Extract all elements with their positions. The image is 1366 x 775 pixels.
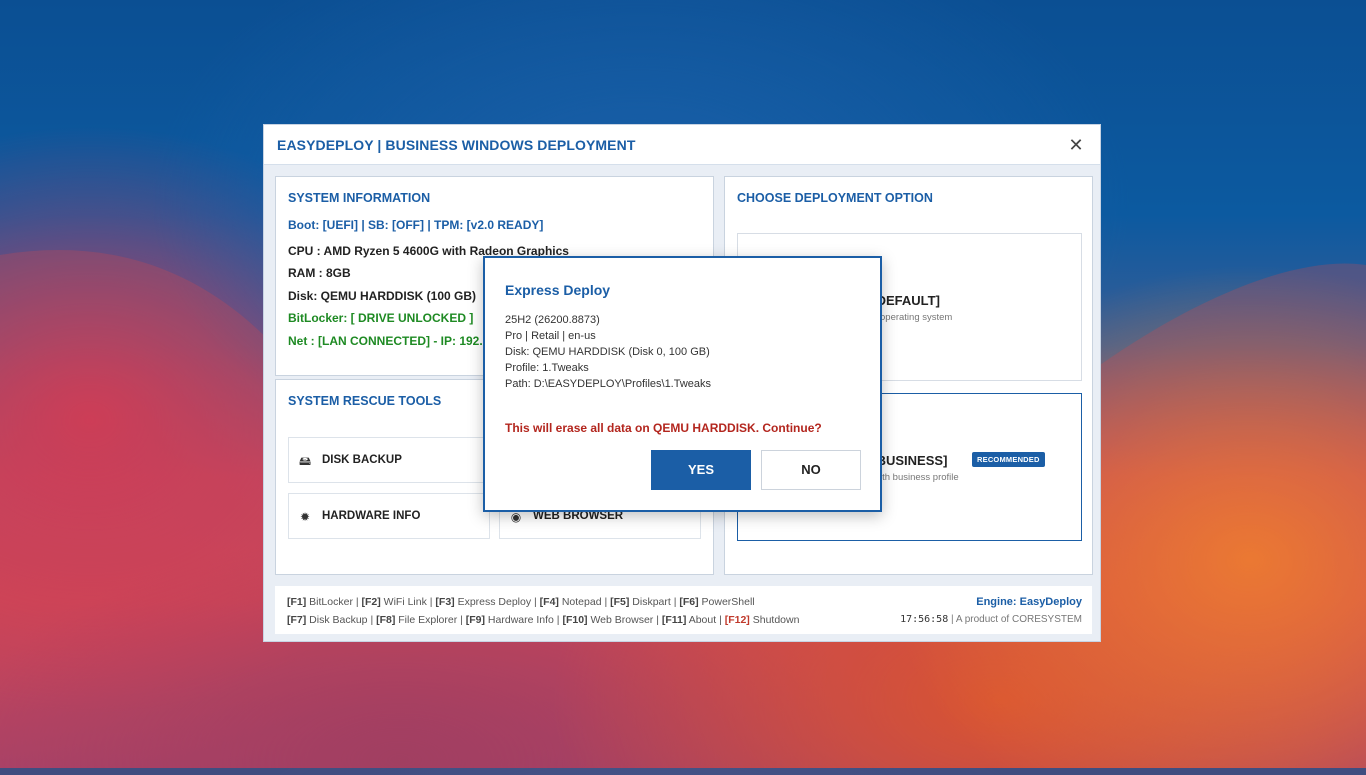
clock: 17:56:58 <box>900 614 949 625</box>
disk-backup-label: DISK BACKUP <box>322 454 402 466</box>
shortcut-key[interactable]: [F10] <box>562 614 587 626</box>
system-information-heading: SYSTEM INFORMATION <box>288 191 431 205</box>
hardware-info-button[interactable]: ✹ HARDWARE INFO <box>288 493 490 539</box>
ram-info: RAM : 8GB <box>288 266 351 280</box>
disk-backup-icon: 🖴 <box>298 454 312 468</box>
deploy-option-business-subtitle: ith business profile <box>880 472 959 483</box>
dialog-path: Path: D:\EASYDEPLOY\Profiles\1.Tweaks <box>505 378 712 390</box>
dialog-disk: Disk: QEMU HARDDISK (Disk 0, 100 GB) <box>505 346 710 358</box>
shortcut-label: BitLocker | <box>306 596 362 608</box>
shortcut-label: Shutdown <box>749 614 800 626</box>
footer-bar: [F1] BitLocker | [F2] WiFi Link | [F3] E… <box>275 586 1092 634</box>
shortcut-key[interactable]: [F6] <box>679 596 698 608</box>
shortcut-key[interactable]: [F3] <box>435 596 454 608</box>
shortcut-key[interactable]: [F9] <box>466 614 485 626</box>
globe-icon: ◉ <box>510 510 522 524</box>
shortcut-label: Express Deploy | <box>454 596 540 608</box>
dialog-build: 25H2 (26200.8873) <box>505 314 600 326</box>
no-button[interactable]: NO <box>761 450 861 490</box>
shortcut-label: Diskpart | <box>629 596 680 608</box>
close-icon[interactable]: ✕ <box>1066 135 1086 155</box>
shortcut-key[interactable]: [F4] <box>540 596 559 608</box>
dialog-warning: This will erase all data on QEMU HARDDIS… <box>505 421 822 435</box>
engine-label: Engine: EasyDeploy <box>976 596 1082 608</box>
product-credit: | A product of CORESYSTEM <box>948 614 1082 625</box>
shortcut-key[interactable]: [F8] <box>376 614 395 626</box>
shortcut-key[interactable]: [F12] <box>725 614 750 626</box>
rescue-tools-heading: SYSTEM RESCUE TOOLS <box>288 394 442 408</box>
bitlocker-status: BitLocker: [ DRIVE UNLOCKED ] <box>288 311 474 325</box>
shortcut-line-2: [F7] Disk Backup | [F8] File Explorer | … <box>287 614 799 626</box>
clock-line: 17:56:58 | A product of CORESYSTEM <box>900 614 1082 625</box>
disk-info: Disk: QEMU HARDDISK (100 GB) <box>288 289 477 303</box>
recommended-badge: RECOMMENDED <box>972 452 1045 467</box>
shortcut-key[interactable]: [F2] <box>362 596 381 608</box>
deployment-options-heading: CHOOSE DEPLOYMENT OPTION <box>737 191 933 205</box>
shortcut-key[interactable]: [F7] <box>287 614 306 626</box>
shortcut-key[interactable]: [F5] <box>610 596 629 608</box>
shortcut-key[interactable]: [F11] <box>662 614 687 626</box>
title-bar: EASYDEPLOY | BUSINESS WINDOWS DEPLOYMENT… <box>264 125 1100 165</box>
shortcut-label: About | <box>686 614 725 626</box>
dialog-title: Express Deploy <box>505 282 611 298</box>
shortcut-label: Disk Backup | <box>306 614 377 626</box>
shortcut-label: Notepad | <box>558 596 611 608</box>
dialog-edition: Pro | Retail | en-us <box>505 330 596 342</box>
deploy-option-default-subtitle: operating system <box>880 312 953 323</box>
shortcut-label: Web Browser | <box>587 614 662 626</box>
window-title: EASYDEPLOY | BUSINESS WINDOWS DEPLOYMENT <box>277 137 636 153</box>
disk-backup-button[interactable]: 🖴 DISK BACKUP <box>288 437 490 483</box>
shortcut-key[interactable]: [F1] <box>287 596 306 608</box>
network-status: Net : [LAN CONNECTED] - IP: 192.1 <box>288 334 490 348</box>
boot-status: Boot: [UEFI] | SB: [OFF] | TPM: [v2.0 RE… <box>288 218 544 232</box>
shortcut-line-1: [F1] BitLocker | [F2] WiFi Link | [F3] E… <box>287 596 755 608</box>
yes-button[interactable]: YES <box>651 450 751 490</box>
shortcut-label: PowerShell <box>698 596 755 608</box>
chip-icon: ✹ <box>299 510 311 524</box>
hardware-info-label: HARDWARE INFO <box>322 510 421 522</box>
shortcut-label: File Explorer | <box>395 614 466 626</box>
shortcut-label: Hardware Info | <box>485 614 563 626</box>
shortcut-label: WiFi Link | <box>380 596 436 608</box>
express-deploy-dialog: Express Deploy 25H2 (26200.8873) Pro | R… <box>483 256 882 512</box>
dialog-profile: Profile: 1.Tweaks <box>505 362 589 374</box>
